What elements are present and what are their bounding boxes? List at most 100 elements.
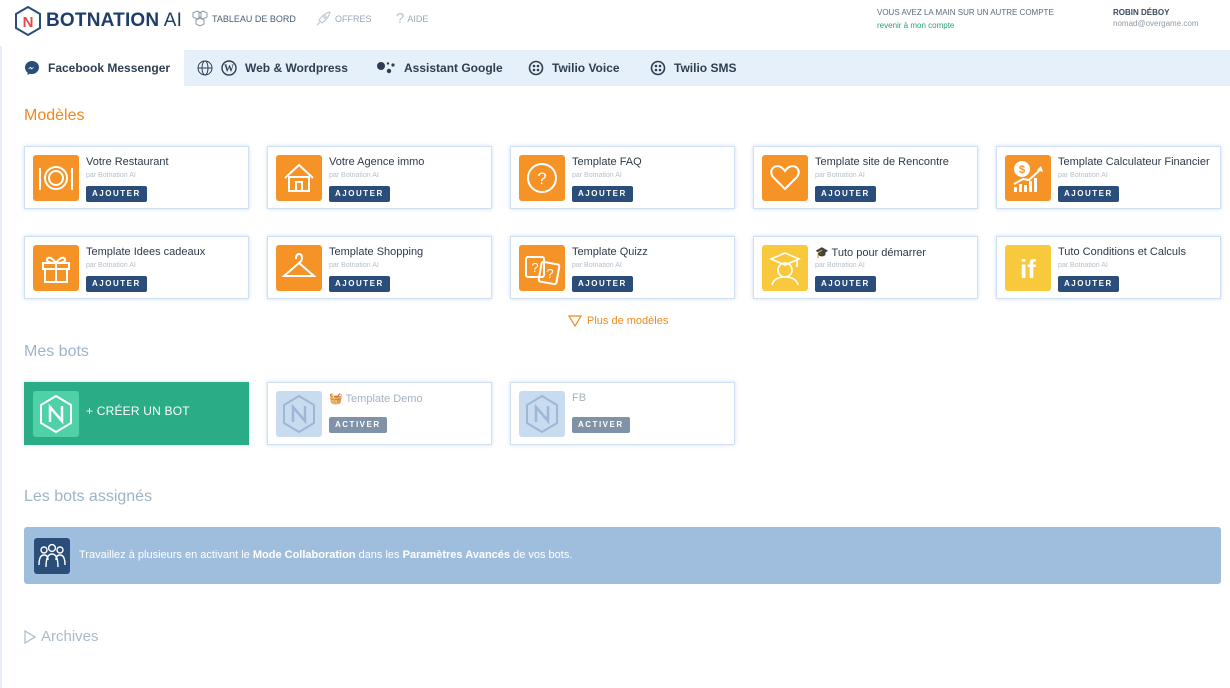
tab-web-wordpress[interactable]: W Web & Wordpress [197, 50, 348, 86]
bot-card-fb[interactable]: FB ACTIVER [510, 382, 735, 445]
rocket-icon [316, 11, 331, 26]
assigned-bots-title: Les bots assignés [24, 488, 153, 505]
question-icon: ? [519, 155, 565, 201]
template-card-shopping[interactable]: Template Shopping par Botnation AI AJOUT… [267, 236, 492, 299]
graduate-icon [762, 245, 808, 291]
collaboration-text: Travaillez à plusieurs en activant le Mo… [79, 549, 573, 561]
template-card-finance[interactable]: $ Template Calculateur Financier par Bot… [996, 146, 1221, 209]
tab-twilio-sms[interactable]: Twilio SMS [650, 50, 736, 86]
tab-label: Assistant Google [404, 61, 503, 75]
nav-offers-label: OFFRES [335, 14, 372, 24]
add-template-button[interactable]: AJOUTER [329, 276, 390, 292]
add-template-button[interactable]: AJOUTER [815, 276, 876, 292]
tab-label: Twilio Voice [552, 61, 620, 75]
twilio-icon [528, 60, 544, 76]
template-title: Template FAQ [572, 156, 642, 168]
user-email: nomad@overgame.com [1113, 19, 1199, 28]
team-icon [34, 538, 70, 574]
template-card-faq[interactable]: ? Template FAQ par Botnation AI AJOUTER [510, 146, 735, 209]
svg-text:?: ? [546, 266, 553, 281]
template-card-conditions[interactable]: if Tuto Conditions et Calculs par Botnat… [996, 236, 1221, 299]
back-to-account-link[interactable]: revenir à mon compte [877, 21, 954, 30]
nav-help[interactable]: ? AIDE [396, 10, 428, 27]
add-template-button[interactable]: AJOUTER [572, 276, 633, 292]
add-template-button[interactable]: AJOUTER [572, 186, 633, 202]
add-template-button[interactable]: AJOUTER [86, 276, 147, 292]
bot-title: 🧺 Template Demo [329, 393, 423, 405]
template-title: Template Calculateur Financier [1058, 156, 1210, 168]
add-template-button[interactable]: AJOUTER [329, 186, 390, 202]
nav-help-label: AIDE [407, 13, 429, 24]
template-author: par Botnation AI [329, 262, 379, 269]
nav-offers[interactable]: OFFRES [314, 10, 372, 28]
template-title: Template Shopping [329, 246, 424, 258]
template-card-restaurant[interactable]: Votre Restaurant par Botnation AI AJOUTE… [24, 146, 249, 209]
botnation-bot-icon [33, 391, 79, 437]
template-author: par Botnation AI [86, 172, 136, 179]
template-author: par Botnation AI [1058, 262, 1108, 269]
template-author: par Botnation AI [815, 172, 865, 179]
add-template-button[interactable]: AJOUTER [1058, 186, 1119, 202]
more-models-link[interactable]: Plus de modèles [568, 315, 668, 327]
nav-dashboard-label: TABLEAU DE BORD [212, 14, 296, 24]
if-icon: if [1005, 245, 1051, 291]
account-notice: VOUS AVEZ LA MAIN SUR UN AUTRE COMPTE [877, 8, 1054, 17]
twilio-icon [650, 60, 666, 76]
activate-bot-button[interactable]: ACTIVER [572, 417, 630, 433]
brand-logo[interactable]: N BOTNATION AI [14, 6, 182, 36]
template-card-quiz[interactable]: ?? Template Quizz par Botnation AI AJOUT… [510, 236, 735, 299]
svg-text:N: N [23, 14, 34, 31]
template-title: Template Quizz [572, 246, 648, 258]
archives-toggle[interactable]: Archives [24, 628, 99, 645]
hanger-icon [276, 245, 322, 291]
tab-label: Twilio SMS [674, 61, 737, 75]
chevron-down-icon [568, 315, 582, 327]
template-card-tutorial[interactable]: 🎓 Tuto pour démarrer par Botnation AI AJ… [753, 236, 978, 299]
bot-title: FB [572, 392, 587, 404]
messenger-icon [25, 61, 39, 75]
add-template-button[interactable]: AJOUTER [815, 186, 876, 202]
botnation-bot-icon [519, 391, 565, 437]
chevron-right-icon [24, 629, 36, 644]
svg-text:if: if [1020, 254, 1036, 284]
user-name[interactable]: ROBIN DÉBOY [1113, 8, 1169, 17]
create-bot-button[interactable]: + CRÉER UN BOT [24, 382, 249, 445]
platform-tabs: Facebook Messenger W Web & Wordpress Ass… [10, 50, 1230, 86]
create-bot-label: + CRÉER UN BOT [86, 404, 190, 418]
tab-twilio-voice[interactable]: Twilio Voice [528, 50, 620, 86]
left-edge [0, 0, 2, 688]
tab-assistant-google[interactable]: Assistant Google [376, 50, 503, 86]
template-title: 🎓 Tuto pour démarrer [815, 247, 926, 259]
activate-bot-button[interactable]: ACTIVER [329, 417, 387, 433]
quiz-icon: ?? [519, 245, 565, 291]
add-template-button[interactable]: AJOUTER [1058, 276, 1119, 292]
svg-text:?: ? [537, 169, 546, 188]
svg-text:W: W [224, 64, 234, 75]
template-author: par Botnation AI [815, 262, 865, 269]
add-template-button[interactable]: AJOUTER [86, 186, 147, 202]
template-author: par Botnation AI [86, 262, 136, 269]
template-title: Votre Restaurant [86, 156, 169, 168]
collaboration-banner: Travaillez à plusieurs en activant le Mo… [24, 527, 1221, 584]
template-card-gift-ideas[interactable]: Template Idees cadeaux par Botnation AI … [24, 236, 249, 299]
nav-dashboard[interactable]: TABLEAU DE BORD [191, 10, 296, 28]
tab-label: Facebook Messenger [48, 61, 171, 75]
help-icon: ? [396, 10, 405, 27]
google-assistant-icon [377, 62, 395, 74]
template-card-dating[interactable]: Template site de Rencontre par Botnation… [753, 146, 978, 209]
template-title: Template site de Rencontre [815, 156, 949, 168]
template-title: Votre Agence immo [329, 156, 425, 168]
svg-text:?: ? [531, 260, 538, 275]
more-models-label: Plus de modèles [587, 315, 669, 327]
template-author: par Botnation AI [329, 172, 379, 179]
plate-icon [33, 155, 79, 201]
template-title: Template Idees cadeaux [86, 246, 206, 258]
wordpress-icon: W [221, 60, 237, 76]
template-card-real-estate[interactable]: Votre Agence immo par Botnation AI AJOUT… [267, 146, 492, 209]
template-title: Tuto Conditions et Calculs [1058, 246, 1186, 258]
bot-card-template-demo[interactable]: 🧺 Template Demo ACTIVER [267, 382, 492, 445]
template-author: par Botnation AI [572, 172, 622, 179]
finance-icon: $ [1005, 155, 1051, 201]
tab-label: Web & Wordpress [245, 61, 348, 75]
tab-facebook-messenger[interactable]: Facebook Messenger [10, 50, 184, 86]
